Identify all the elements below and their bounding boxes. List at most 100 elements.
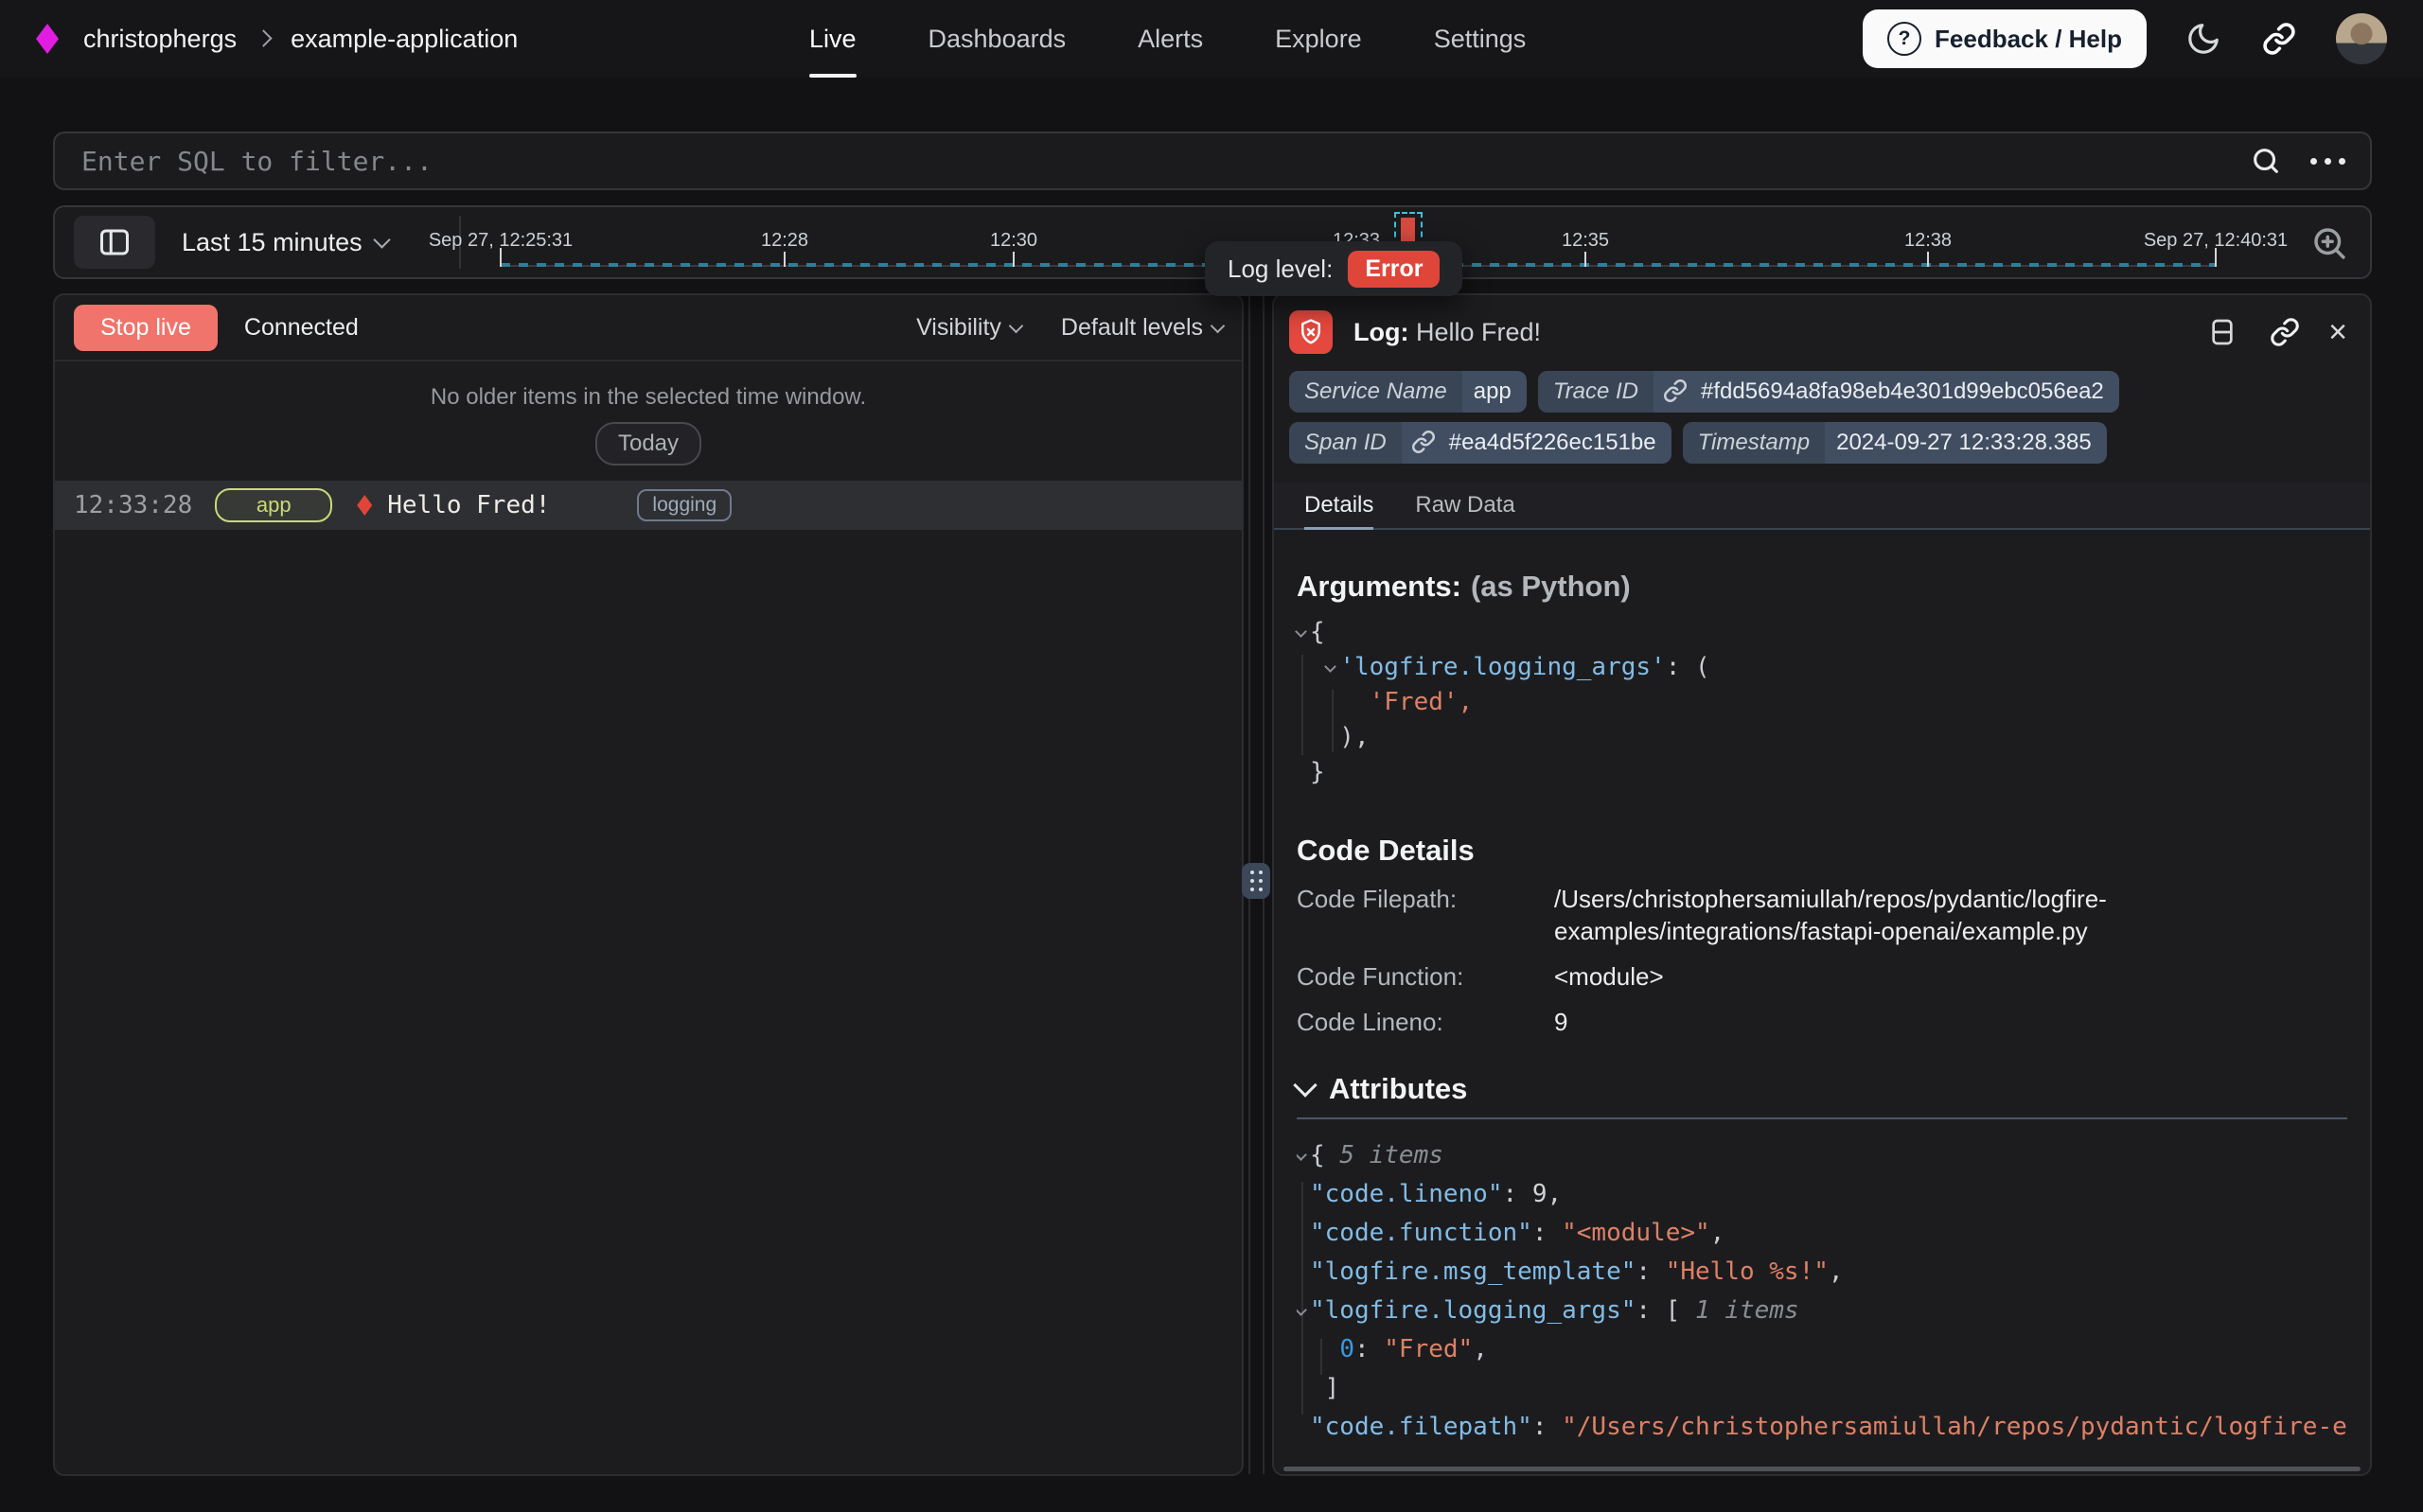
detail-tab-raw-data[interactable]: Raw Data <box>1415 483 1514 528</box>
default-levels-dropdown[interactable]: Default levels <box>1061 314 1223 342</box>
code-line: { <box>1297 615 2347 650</box>
panel-resize-handle[interactable] <box>1242 863 1270 899</box>
zoom-in-icon <box>2309 223 2349 263</box>
nav-tab-dashboards[interactable]: Dashboards <box>929 0 1067 78</box>
tooltip-label: Log level: <box>1228 255 1333 284</box>
panel-split-icon <box>2207 317 2237 347</box>
sidebar-toggle-button[interactable] <box>74 216 155 269</box>
meta-badge-span-id[interactable]: Span ID #ea4d5f226ec151be <box>1289 422 1671 464</box>
live-panel-header: Stop live Connected Visibility Default l… <box>55 295 1242 361</box>
chevron-down-icon <box>1211 318 1226 333</box>
chevron-down-icon <box>1009 318 1024 333</box>
detail-title-prefix: Log: <box>1353 318 1408 346</box>
badge-value: #fdd5694a8fa98eb4e301d99ebc056ea2 <box>1689 371 2119 413</box>
share-link-button[interactable] <box>2260 20 2298 58</box>
code-line: ), <box>1297 720 2347 755</box>
connection-status: Connected <box>244 314 359 342</box>
code-line: "code.function": "<module>", <box>1297 1214 2347 1253</box>
feedback-help-label: Feedback / Help <box>1935 25 2122 54</box>
user-avatar[interactable] <box>2336 13 2387 64</box>
kv-label: Code Lineno: <box>1297 1006 1554 1038</box>
kv-value: /Users/christophersamiullah/repos/pydant… <box>1554 883 2198 947</box>
nav-tab-live[interactable]: Live <box>809 0 857 78</box>
collapse-chevron-icon <box>1293 1073 1317 1097</box>
error-diamond-icon <box>357 495 372 516</box>
open-reader-view-button[interactable] <box>2203 313 2241 351</box>
badge-value: #ea4d5f226ec151be <box>1438 422 1671 464</box>
top-nav: christophergs example-application Live Da… <box>0 0 2423 78</box>
time-range-dropdown[interactable]: Last 15 minutes <box>182 207 388 277</box>
code-line: } <box>1297 755 2347 790</box>
code-line: "code.filepath": "/Users/christophersami… <box>1297 1408 2347 1447</box>
kv-label: Code Function: <box>1297 960 1554 993</box>
code-line: { 5 items <box>1297 1136 2347 1175</box>
moon-icon <box>2185 21 2221 57</box>
breadcrumb-org[interactable]: christophergs <box>83 25 237 54</box>
collapse-chevron-icon[interactable] <box>1297 1299 1310 1318</box>
badge-row: Service Nameapp Trace ID#fdd5694a8fa98eb4… <box>1289 371 2355 464</box>
chevron-down-icon <box>373 231 390 248</box>
copy-link-button[interactable] <box>2266 313 2304 351</box>
detail-tabs: Details Raw Data <box>1274 483 2370 530</box>
arguments-code: { 'logfire.logging_args': ( 'Fred', ),} <box>1297 615 2347 790</box>
logfire-logo-icon[interactable] <box>36 24 59 54</box>
breadcrumb-chevron-icon <box>255 29 272 46</box>
code-line: "code.lineno": 9, <box>1297 1175 2347 1214</box>
badge-label: Service Name <box>1289 371 1462 413</box>
meta-badge-service-name[interactable]: Service Nameapp <box>1289 371 1527 413</box>
badge-label: Span ID <box>1289 422 1402 464</box>
nav-tab-explore[interactable]: Explore <box>1275 0 1362 78</box>
collapse-chevron-icon[interactable] <box>1326 656 1339 675</box>
error-shield-icon <box>1289 310 1333 354</box>
more-options-icon[interactable] <box>2310 158 2345 165</box>
stop-live-button[interactable]: Stop live <box>74 305 218 351</box>
timeline-tick-mark <box>500 248 502 267</box>
visibility-dropdown[interactable]: Visibility <box>916 314 1021 342</box>
detail-tab-details[interactable]: Details <box>1304 483 1373 528</box>
sql-filter-input[interactable] <box>80 145 2250 178</box>
code-line: 0: "Fred", <box>1297 1330 2347 1369</box>
timeline-zoom-in-button[interactable] <box>2309 223 2349 263</box>
code-line: "logfire.logging_args": [ 1 items <box>1297 1292 2347 1330</box>
nav-tab-alerts[interactable]: Alerts <box>1138 0 1203 78</box>
arguments-heading: Arguments:(as Python) <box>1297 570 2347 604</box>
code-details-rows: Code Filepath:/Users/christophersamiulla… <box>1297 883 2347 1038</box>
log-row[interactable]: 12:33:28 app Hello Fred! logging <box>55 481 1242 530</box>
breadcrumb-project[interactable]: example-application <box>291 25 518 54</box>
kv-label: Code Filepath: <box>1297 883 1554 947</box>
timeline-tick-label: 12:28 <box>761 230 808 252</box>
badge-label: Timestamp <box>1683 422 1825 464</box>
nav-tabs: Live Dashboards Alerts Explore Settings <box>809 0 1526 78</box>
feedback-help-button[interactable]: ? Feedback / Help <box>1863 9 2147 68</box>
timeline-tick-mark <box>1584 252 1586 267</box>
close-icon[interactable]: × <box>2328 316 2347 348</box>
timeline-error-spike[interactable] <box>1401 218 1415 242</box>
timeline-tick-label: 12:30 <box>990 230 1037 252</box>
meta-badge-timestamp[interactable]: Timestamp2024-09-27 12:33:28.385 <box>1683 422 2107 464</box>
code-detail-row: Code Function:<module> <box>1297 960 2347 993</box>
meta-badge-trace-id[interactable]: Trace ID#fdd5694a8fa98eb4e301d99ebc056ea… <box>1538 371 2119 413</box>
code-detail-row: Code Filepath:/Users/christophersamiulla… <box>1297 883 2347 947</box>
search-icon[interactable] <box>2250 145 2282 177</box>
kv-value: 9 <box>1554 1006 2198 1038</box>
default-levels-label: Default levels <box>1061 314 1203 342</box>
kv-value: <module> <box>1554 960 2198 993</box>
collapse-chevron-icon[interactable] <box>1297 621 1310 640</box>
log-timestamp: 12:33:28 <box>74 491 192 519</box>
attributes-code: { 5 items"code.lineno": 9,"code.function… <box>1297 1136 2347 1447</box>
link-icon <box>2270 317 2300 347</box>
code-line: "logfire.msg_template": "Hello %s!", <box>1297 1253 2347 1292</box>
detail-header: Log: Hello Fred! × <box>1274 295 2370 354</box>
visibility-label: Visibility <box>916 314 1001 342</box>
attributes-heading: Attributes <box>1329 1072 1467 1106</box>
sql-filter-bar <box>53 132 2372 190</box>
collapse-chevron-icon[interactable] <box>1297 1144 1310 1163</box>
link-icon <box>2262 22 2296 56</box>
nav-tab-settings[interactable]: Settings <box>1434 0 1527 78</box>
today-button[interactable]: Today <box>595 422 701 466</box>
horizontal-scrollbar[interactable] <box>1283 1467 2361 1471</box>
attributes-heading-row[interactable]: Attributes <box>1297 1072 2347 1106</box>
code-line: ] <box>1297 1369 2347 1408</box>
theme-toggle-button[interactable] <box>2184 20 2222 58</box>
detail-content: Arguments:(as Python) { 'logfire.logging… <box>1274 570 2370 1447</box>
